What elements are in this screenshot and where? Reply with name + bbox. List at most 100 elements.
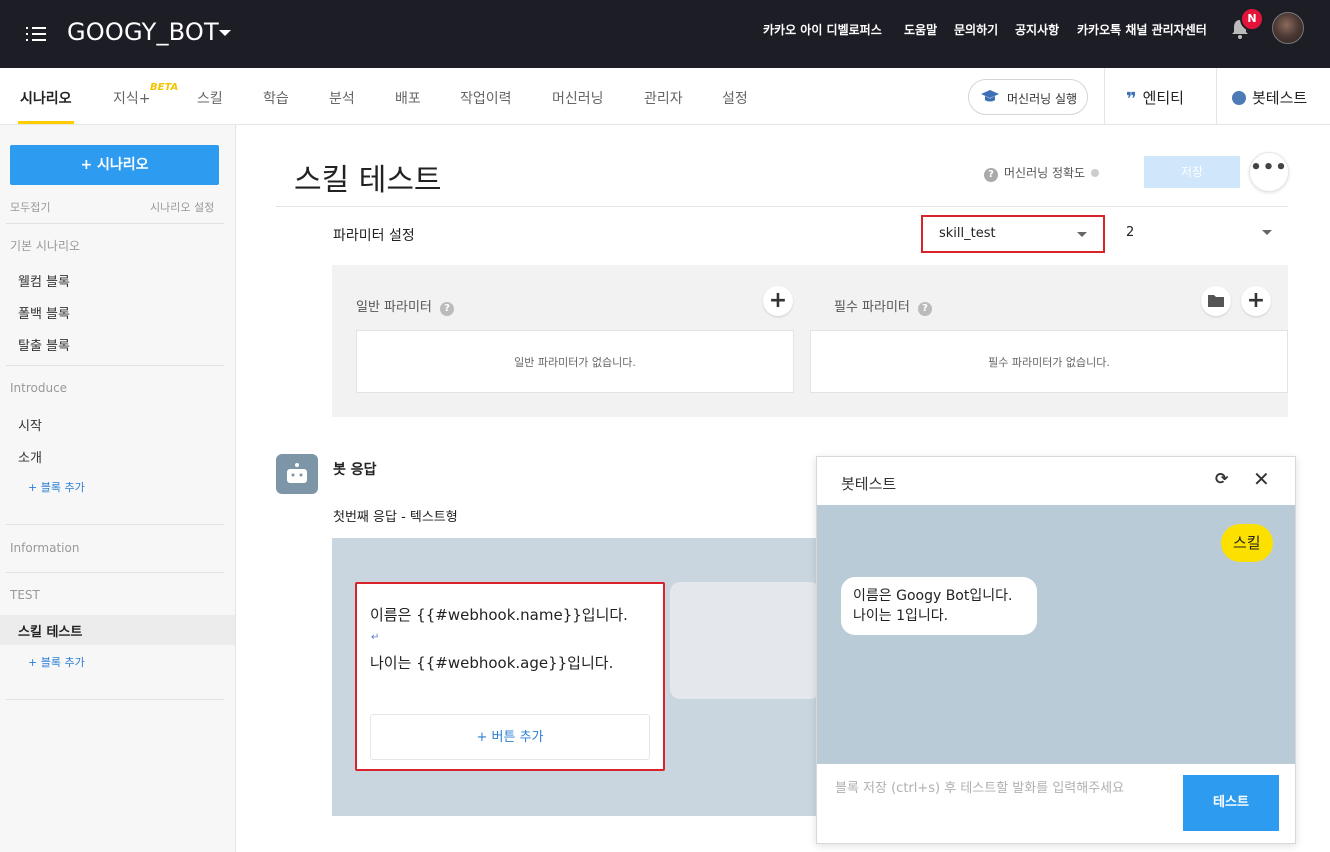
sidebar-item-start[interactable]: 시작 [18, 415, 42, 434]
divider [6, 699, 224, 700]
text-response-card[interactable]: 이름은 {{#webhook.name}}입니다. ↵ 나이는 {{#webho… [355, 582, 665, 771]
skill-select[interactable]: skill_test [921, 215, 1105, 253]
add-block-link[interactable]: + 블록 추가 [28, 654, 85, 670]
tab-machine-learning[interactable]: 머신러닝 [552, 88, 604, 108]
bot-test-link[interactable]: 봇테스트 [1232, 87, 1307, 108]
close-icon[interactable]: ✕ [1253, 467, 1270, 491]
nav-divider [1104, 68, 1105, 125]
add-general-param-button[interactable]: + [763, 286, 793, 316]
top-bar: GOOGY_BOT 카카오 아이 디벨로퍼스 도움말 문의하기 공지사항 카카오… [0, 0, 1330, 68]
page-title: 스킬 테스트 [294, 163, 442, 198]
tab-history[interactable]: 작업이력 [460, 88, 512, 108]
scenario-settings-link[interactable]: 시나리오 설정 [150, 199, 214, 215]
section-test[interactable]: TEST [10, 588, 40, 602]
help-icon[interactable]: ? [440, 302, 455, 316]
menu-icon[interactable] [26, 26, 48, 42]
bot-test-label: 봇테스트 [1252, 89, 1308, 107]
help-link[interactable]: 도움말 [904, 21, 937, 38]
bot-avatar-icon [276, 454, 318, 494]
required-params-empty: 필수 파라미터가 없습니다. [810, 330, 1288, 393]
tab-analytics[interactable]: 분석 [329, 88, 355, 108]
tab-deploy[interactable]: 배포 [395, 88, 421, 108]
tab-training[interactable]: 학습 [263, 88, 289, 108]
sidebar-item-exit[interactable]: 탈출 블록 [18, 335, 70, 354]
avatar[interactable] [1272, 12, 1304, 44]
nav-bar: 시나리오 지식+ BETA 스킬 학습 분석 배포 작업이력 머신러닝 관리자 … [0, 68, 1330, 125]
add-block-link[interactable]: + 블록 추가 [28, 479, 85, 495]
tab-skill[interactable]: 스킬 [197, 88, 223, 108]
ml-accuracy: ? 머신러닝 정확도 [984, 164, 1100, 182]
chevron-down-icon [1262, 230, 1272, 235]
beta-badge: BETA [150, 82, 179, 93]
sidebar-item-welcome[interactable]: 웰컴 블록 [18, 271, 70, 290]
section-default[interactable]: 기본 시나리오 [10, 237, 80, 254]
add-required-param-button[interactable]: + [1241, 286, 1271, 316]
inquiry-link[interactable]: 문의하기 [954, 21, 998, 38]
active-tab-indicator [18, 121, 74, 124]
divider [6, 524, 224, 525]
folder-button[interactable] [1201, 286, 1231, 316]
first-response-label: 첫번째 응답 - 텍스트형 [333, 510, 458, 525]
bot-response-title: 봇 응답 [333, 462, 377, 478]
test-utterance-input[interactable]: 블록 저장 (ctrl+s) 후 테스트할 발화를 입력해주세요 [835, 777, 1124, 796]
section-information[interactable]: Information [10, 541, 79, 555]
notification-badge: N [1240, 7, 1264, 31]
chat-area: 스킬 이름은 Googy Bot입니다. 나이는 1입니다. [817, 505, 1295, 764]
version-select[interactable]: 2 [1110, 217, 1288, 249]
bot-icon [1232, 91, 1246, 105]
collapse-all-link[interactable]: 모두접기 [10, 199, 50, 215]
add-scenario-button[interactable]: + 시나리오 [10, 145, 219, 185]
status-dot [1091, 169, 1100, 177]
chevron-down-icon [1077, 232, 1087, 237]
add-button-button[interactable]: + 버튼 추가 [370, 714, 650, 760]
ml-run-label: 머신러닝 실행 [1007, 92, 1078, 106]
test-send-button[interactable]: 테스트 [1183, 775, 1279, 831]
more-options-button[interactable]: ••• [1249, 152, 1289, 192]
tab-settings[interactable]: 설정 [722, 88, 748, 108]
divider [6, 572, 224, 573]
section-introduce[interactable]: Introduce [10, 381, 67, 395]
channel-admin-link[interactable]: 카카오톡 채널 관리자센터 [1077, 21, 1207, 38]
bot-test-title: 봇테스트 [841, 475, 897, 493]
bot-name[interactable]: GOOGY_BOT [67, 18, 219, 46]
tab-admin[interactable]: 관리자 [644, 88, 683, 108]
graduation-cap-icon [981, 90, 999, 102]
help-icon[interactable]: ? [918, 302, 933, 316]
tab-scenario[interactable]: 시나리오 [20, 88, 72, 108]
response-line-2[interactable]: 나이는 {{#webhook.age}}입니다. [370, 652, 613, 673]
help-icon[interactable]: ? [984, 168, 998, 182]
line-break-icon: ↵ [371, 632, 380, 643]
add-response-card[interactable] [670, 582, 820, 699]
nav-divider [1216, 68, 1217, 125]
entity-link[interactable]: ❞ 엔티티 [1126, 87, 1184, 110]
general-params-label: 일반 파라미터 ? [356, 296, 460, 316]
response-line-1[interactable]: 이름은 {{#webhook.name}}입니다. [370, 604, 628, 625]
notice-link[interactable]: 공지사항 [1015, 21, 1059, 38]
bot-message-line-2: 나이는 1입니다. [853, 608, 949, 624]
user-message-bubble: 스킬 [1221, 524, 1273, 562]
entity-label: 엔티티 [1142, 89, 1184, 107]
refresh-icon[interactable]: ⟳ [1215, 469, 1228, 488]
sidebar-item-skill-test[interactable]: 스킬 테스트 [18, 621, 82, 640]
general-params-empty: 일반 파라미터가 없습니다. [356, 330, 794, 393]
bot-message-line-1: 이름은 Googy Bot입니다. [853, 588, 1013, 604]
sidebar-item-fallback[interactable]: 폴백 블록 [18, 303, 70, 322]
sidebar-item-intro[interactable]: 소개 [18, 447, 42, 466]
ml-accuracy-label: 머신러닝 정확도 [1004, 166, 1086, 180]
quote-icon: ❞ [1126, 89, 1137, 110]
ml-run-button[interactable]: 머신러닝 실행 [968, 79, 1088, 115]
divider [276, 206, 1288, 207]
divider [6, 365, 224, 366]
bot-test-panel: 봇테스트 ⟳ ✕ 스킬 이름은 Googy Bot입니다. 나이는 1입니다. … [816, 456, 1296, 844]
developers-link[interactable]: 카카오 아이 디벨로퍼스 [763, 21, 882, 38]
bot-message-bubble: 이름은 Googy Bot입니다. 나이는 1입니다. [841, 577, 1037, 635]
required-params-text: 필수 파라미터 [834, 300, 910, 315]
param-settings-label: 파라미터 설정 [333, 228, 415, 244]
required-params-label: 필수 파라미터 ? [834, 296, 938, 316]
tab-knowledge[interactable]: 지식+ [113, 88, 151, 108]
folder-icon [1208, 295, 1224, 307]
skill-select-value: skill_test [939, 226, 996, 241]
bot-dropdown-caret-icon[interactable] [219, 30, 231, 36]
divider [6, 223, 224, 224]
save-button[interactable]: 저장 [1144, 156, 1240, 188]
